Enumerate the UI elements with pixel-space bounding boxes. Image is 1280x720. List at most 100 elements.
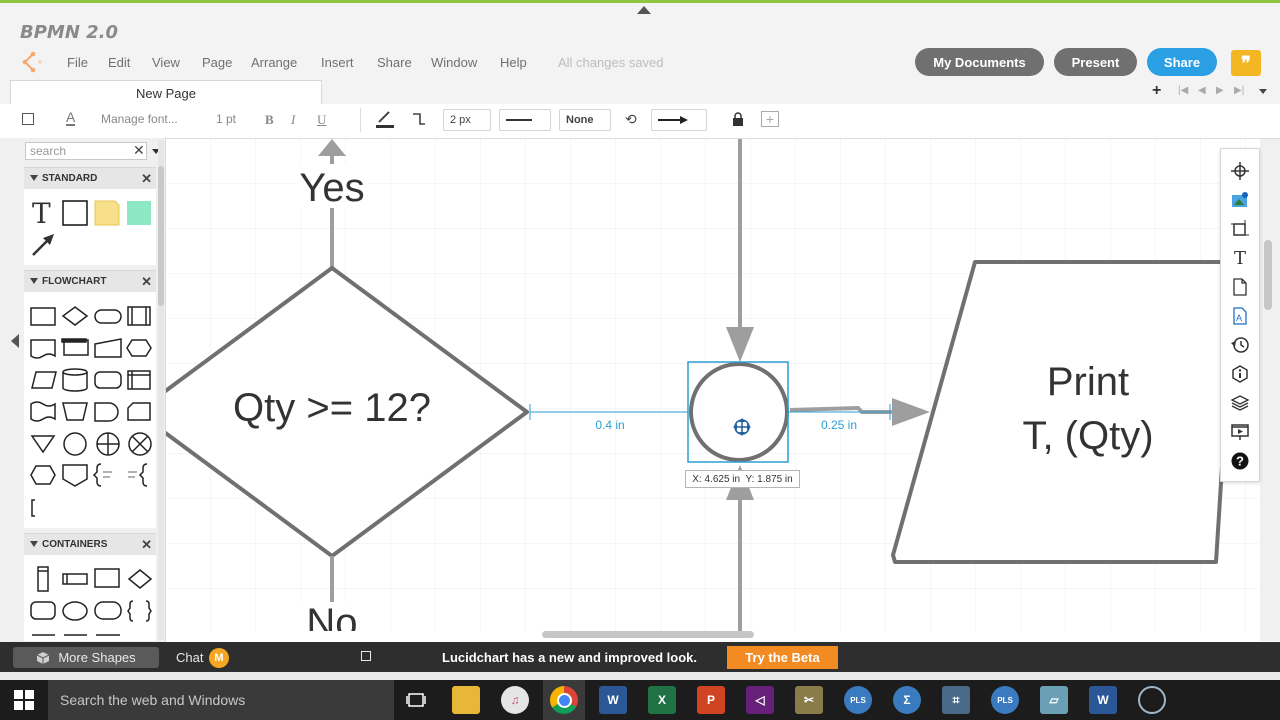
line-end-select[interactable] xyxy=(651,109,707,131)
sigma-app-icon[interactable]: Σ xyxy=(893,686,921,714)
section-flowchart-header[interactable]: FLOWCHART ✕ xyxy=(24,270,156,292)
yes-label[interactable]: Yes xyxy=(299,166,364,210)
ct-ellipse-icon[interactable] xyxy=(62,601,88,621)
feedback-button[interactable]: ❞ xyxy=(1231,50,1261,76)
info-icon[interactable] xyxy=(1230,364,1250,384)
file-explorer-icon[interactable] xyxy=(452,686,480,714)
tools-icon[interactable]: ✂ xyxy=(795,686,823,714)
fc-summing-junction-icon[interactable] xyxy=(128,432,152,456)
layers-icon[interactable] xyxy=(1230,393,1250,413)
word-icon[interactable]: W xyxy=(599,686,627,714)
pls-app-icon[interactable]: PLS xyxy=(844,686,872,714)
library-scrollbar-thumb[interactable] xyxy=(158,166,164,306)
lock-icon[interactable] xyxy=(732,112,744,126)
ct-rounded-icon[interactable] xyxy=(30,601,56,620)
pls-app-2-icon[interactable]: PLS xyxy=(991,686,1019,714)
text-options-icon[interactable]: T xyxy=(1230,248,1250,269)
prev-page-icon[interactable]: ◀ xyxy=(1198,85,1206,96)
text-color-icon[interactable]: A xyxy=(66,110,76,126)
menu-page[interactable]: Page xyxy=(202,55,232,70)
notes-app-icon[interactable]: ▱ xyxy=(1040,686,1068,714)
chat-avatar[interactable]: M xyxy=(209,648,229,668)
document-properties-icon[interactable]: A xyxy=(1230,306,1250,326)
taskbar-search-input[interactable]: Search the web and Windows xyxy=(48,680,394,720)
no-label[interactable]: No xyxy=(306,601,357,631)
presentation-icon[interactable] xyxy=(1230,422,1250,442)
fc-bracket-icon[interactable] xyxy=(31,499,35,517)
menu-insert[interactable]: Insert xyxy=(321,55,354,70)
fc-annotation-right-icon[interactable] xyxy=(128,463,148,487)
share-button[interactable]: Share xyxy=(1147,48,1217,76)
fc-or-icon[interactable] xyxy=(96,432,120,456)
help-icon[interactable]: ? xyxy=(1230,451,1250,471)
fc-data-icon[interactable] xyxy=(31,371,57,389)
section-containers-header[interactable]: CONTAINERS ✕ xyxy=(24,533,156,555)
menu-help[interactable]: Help xyxy=(500,55,527,70)
close-section-icon[interactable]: ✕ xyxy=(141,274,152,290)
collapse-library-chevron-left-icon[interactable] xyxy=(11,334,19,348)
word-2-icon[interactable]: W xyxy=(1089,686,1117,714)
bold-button[interactable]: B xyxy=(265,112,274,128)
fc-stored-data-icon[interactable] xyxy=(94,371,122,389)
chat-label[interactable]: Chat xyxy=(176,650,203,665)
ct-braces-icon[interactable] xyxy=(127,600,152,622)
diagram-canvas[interactable]: Yes Qty >= 12? No 0.4 in 0.25 in Print T… xyxy=(166,139,1259,631)
fc-offpage-icon[interactable] xyxy=(62,464,88,487)
font-select[interactable]: Manage font... xyxy=(101,112,178,126)
sync-app-icon[interactable] xyxy=(1138,686,1166,714)
format-painter-icon[interactable] xyxy=(22,113,34,125)
lucidchart-logo-icon[interactable] xyxy=(20,50,46,74)
menu-window[interactable]: Window xyxy=(431,55,477,70)
canvas-horizontal-scrollbar-thumb[interactable] xyxy=(542,631,754,638)
ct-horizontal-pool-icon[interactable] xyxy=(62,573,88,585)
fc-internal-storage-icon[interactable] xyxy=(127,370,151,390)
fc-preparation-icon[interactable] xyxy=(126,339,152,357)
connector-style-icon[interactable] xyxy=(411,111,427,127)
windows-start-icon[interactable] xyxy=(14,690,34,710)
shape-block-icon[interactable] xyxy=(127,201,151,225)
collapse-icon[interactable] xyxy=(30,175,38,181)
line-color-icon[interactable] xyxy=(374,109,396,128)
excel-icon[interactable]: X xyxy=(648,686,676,714)
collapse-icon[interactable] xyxy=(30,541,38,547)
line-width-input[interactable]: 2 px xyxy=(443,109,491,131)
fc-delay-icon[interactable] xyxy=(94,402,119,422)
present-button[interactable]: Present xyxy=(1054,48,1137,76)
shape-text-icon[interactable]: T xyxy=(32,197,51,230)
clear-search-close-icon[interactable]: ✕ xyxy=(133,142,145,159)
fc-manual-op-icon[interactable] xyxy=(62,402,88,421)
resize-page-icon[interactable] xyxy=(1230,219,1250,239)
fc-multi-document-icon[interactable] xyxy=(61,338,89,356)
shape-rectangle-icon[interactable] xyxy=(62,200,88,226)
more-shapes-button[interactable]: More Shapes xyxy=(13,647,159,668)
collapse-icon[interactable] xyxy=(30,278,38,284)
menu-share[interactable]: Share xyxy=(377,55,412,70)
underline-button[interactable]: U xyxy=(317,112,326,128)
fc-decision-icon[interactable] xyxy=(61,306,89,326)
swap-arrows-icon[interactable]: ⟲ xyxy=(625,111,637,128)
document-title[interactable]: BPMN 2.0 xyxy=(20,22,118,43)
italic-button[interactable]: I xyxy=(291,112,295,128)
fc-database-icon[interactable] xyxy=(62,368,88,392)
add-page-icon[interactable]: + xyxy=(1152,82,1161,100)
font-size-input[interactable]: 1 pt xyxy=(216,112,236,126)
page-menu-chevron-down-icon[interactable] xyxy=(1259,89,1267,94)
itunes-icon[interactable]: ♫ xyxy=(501,686,529,714)
shape-note-icon[interactable] xyxy=(94,200,120,226)
close-section-icon[interactable]: ✕ xyxy=(141,537,152,553)
fc-merge-icon[interactable] xyxy=(30,435,56,454)
print-label-line1[interactable]: Print xyxy=(1047,360,1129,404)
canvas-vertical-scrollbar[interactable] xyxy=(1260,139,1280,641)
ct-rectangle-icon[interactable] xyxy=(94,568,120,588)
history-icon[interactable] xyxy=(1230,335,1250,355)
fc-process-icon[interactable] xyxy=(30,307,56,326)
fc-terminator-icon[interactable] xyxy=(94,309,122,324)
menu-view[interactable]: View xyxy=(152,55,180,70)
fc-annotation-icon[interactable] xyxy=(92,463,112,487)
tab-new-page[interactable]: New Page xyxy=(10,80,322,105)
print-label-line2[interactable]: T, (Qty) xyxy=(1022,414,1153,458)
ct-diamond-icon[interactable] xyxy=(127,569,153,589)
chat-expand-icon[interactable] xyxy=(361,651,371,661)
page-icon[interactable] xyxy=(1230,277,1250,297)
grid-app-icon[interactable]: ⌗ xyxy=(942,686,970,714)
